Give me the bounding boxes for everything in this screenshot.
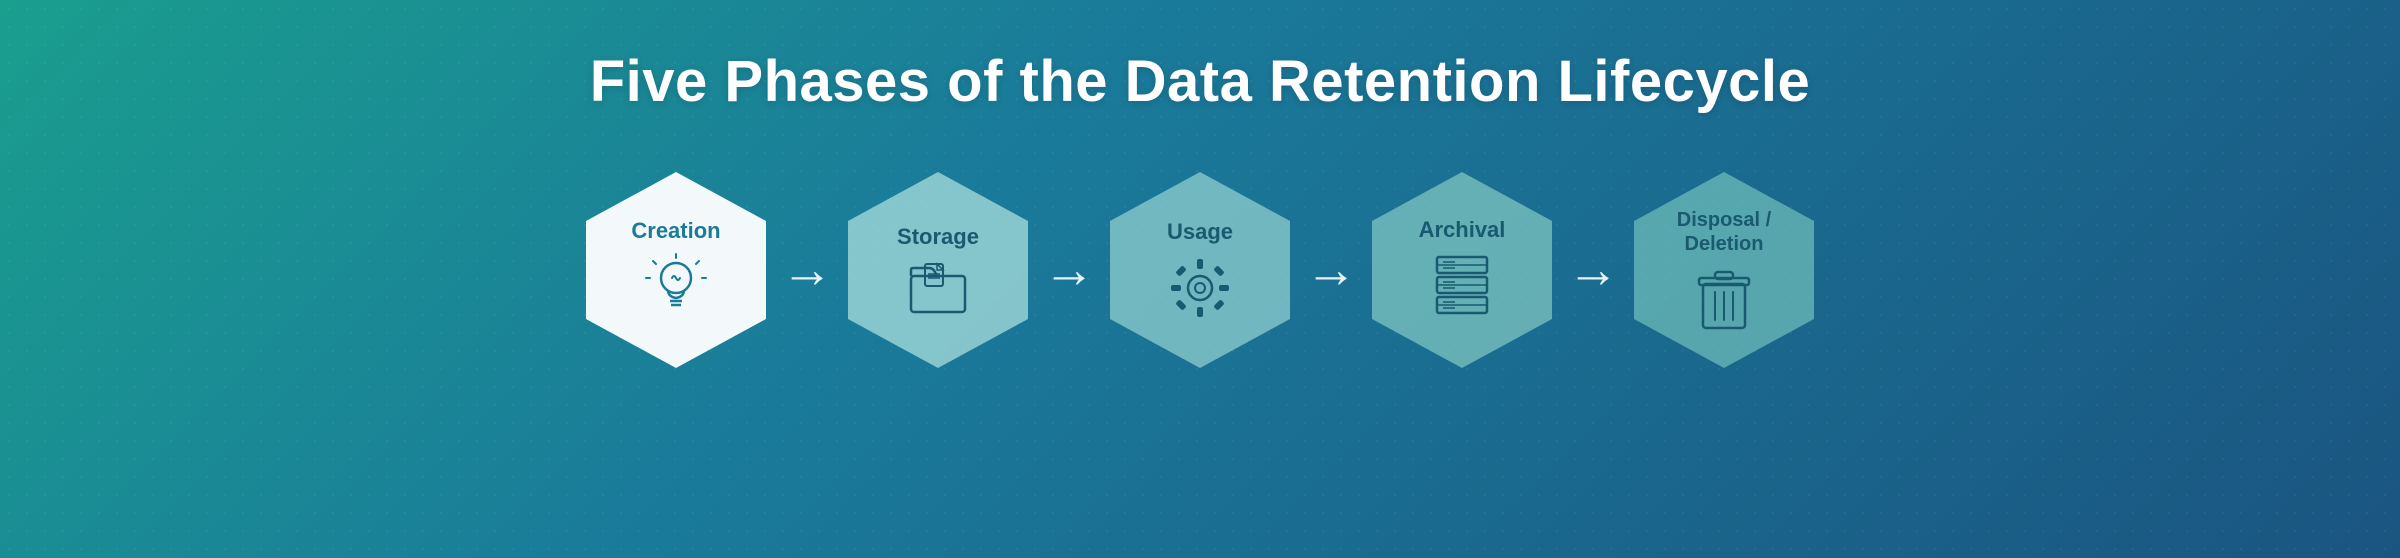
database-icon	[1433, 253, 1491, 323]
arrow-1: →	[781, 244, 833, 296]
hexagon-wrapper-disposal: Disposal /Deletion	[1629, 165, 1819, 375]
hexagon-wrapper-usage: Usage	[1105, 165, 1295, 375]
lightbulb-icon	[646, 254, 706, 322]
hexagon-usage: Usage	[1110, 172, 1290, 368]
hexagon-wrapper-archival: Archival	[1367, 165, 1557, 375]
phase-disposal: Disposal /Deletion	[1629, 165, 1819, 375]
phase-label-creation: Creation	[631, 218, 720, 244]
hexagon-creation: Creation	[586, 172, 766, 368]
arrow-4: →	[1567, 244, 1619, 296]
phase-label-disposal: Disposal /Deletion	[1665, 208, 1783, 256]
hexagon-storage: Storage	[848, 172, 1028, 368]
phase-storage: Storage	[843, 165, 1033, 375]
trash-icon	[1697, 266, 1751, 332]
phase-label-archival: Archival	[1419, 217, 1506, 243]
phase-creation: Creation	[581, 165, 771, 375]
folder-icon	[907, 260, 969, 316]
phase-label-storage: Storage	[897, 224, 979, 250]
arrow-2: →	[1043, 244, 1095, 296]
hexagon-disposal: Disposal /Deletion	[1634, 172, 1814, 368]
page-title: Five Phases of the Data Retention Lifecy…	[590, 48, 1811, 115]
gear-icon	[1167, 255, 1233, 321]
main-background: Five Phases of the Data Retention Lifecy…	[0, 0, 2400, 558]
hexagon-archival: Archival	[1372, 172, 1552, 368]
phase-archival: Archival	[1367, 165, 1557, 375]
phase-usage: Usage	[1105, 165, 1295, 375]
phases-row: Creation	[581, 165, 1819, 375]
phase-label-usage: Usage	[1167, 219, 1233, 245]
hexagon-wrapper-creation: Creation	[581, 165, 771, 375]
arrow-3: →	[1305, 244, 1357, 296]
hexagon-wrapper-storage: Storage	[843, 165, 1033, 375]
